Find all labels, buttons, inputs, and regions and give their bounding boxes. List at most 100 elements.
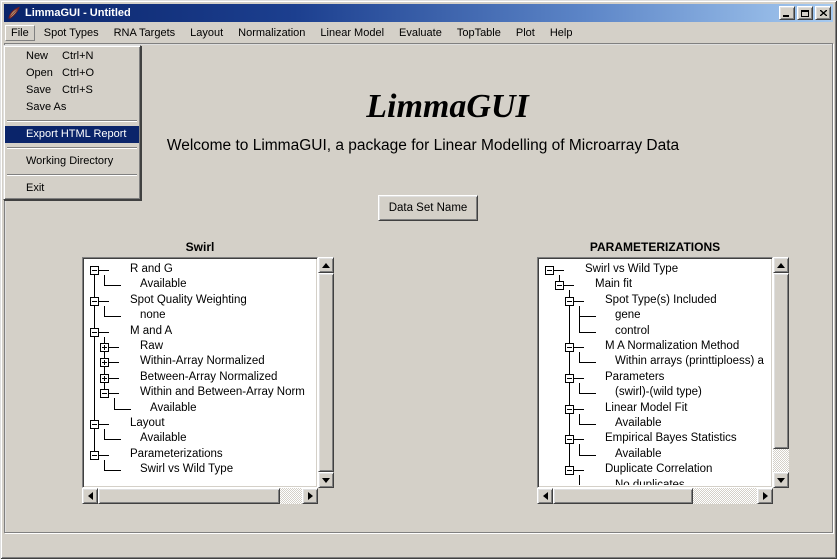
tree-collapse-box[interactable] — [100, 389, 109, 398]
menu-layout[interactable]: Layout — [184, 25, 229, 41]
horizontal-scrollbar[interactable] — [82, 488, 318, 504]
tree-collapse-box[interactable] — [565, 466, 574, 475]
tree-connector-line — [99, 455, 109, 456]
tree-node-r-and-g[interactable]: R and G — [130, 262, 173, 277]
tree-collapse-box[interactable] — [565, 374, 574, 383]
tree-connector-line — [574, 470, 584, 471]
title-bar[interactable]: LimmaGUI - Untitled — [4, 4, 833, 22]
menu-item-new[interactable]: NewCtrl+N — [5, 48, 139, 65]
tree-node-empirical-bayes-statistics[interactable]: Empirical Bayes Statistics — [605, 431, 737, 446]
tree-node-available[interactable]: Available — [150, 401, 196, 416]
tree-collapse-box[interactable] — [90, 266, 99, 275]
tree-connector-line — [580, 455, 596, 456]
tree-connector-line — [105, 470, 121, 471]
menu-spot-types[interactable]: Spot Types — [38, 25, 105, 41]
tree-collapse-box[interactable] — [90, 328, 99, 337]
tree-connector-line — [579, 306, 580, 333]
tree-node-within-array-normalized[interactable]: Within-Array Normalized — [140, 354, 265, 369]
tree-connector-line — [99, 332, 109, 333]
tree-collapse-box[interactable] — [565, 297, 574, 306]
tree-node-m-and-a[interactable]: M and A — [130, 324, 172, 339]
parameterizations-tree-canvas[interactable]: Swirl vs Wild TypeMain fitSpot Type(s) I… — [537, 257, 773, 488]
tree-node-within-and-between-array-norm[interactable]: Within and Between-Array Norm — [140, 385, 305, 400]
tree-node-spot-quality-weighting[interactable]: Spot Quality Weighting — [130, 293, 247, 308]
tree-expand-box[interactable] — [100, 343, 109, 352]
tree-collapse-box[interactable] — [90, 451, 99, 460]
scroll-right-button[interactable] — [302, 488, 318, 504]
scroll-down-button[interactable] — [773, 472, 789, 488]
tree-node-spot-type-s-included[interactable]: Spot Type(s) Included — [605, 293, 717, 308]
vertical-scrollbar[interactable] — [773, 257, 789, 488]
tree-node-main-fit[interactable]: Main fit — [595, 277, 632, 292]
scrollbar-track[interactable] — [773, 273, 789, 472]
vertical-scrollbar[interactable] — [318, 257, 334, 488]
menu-file[interactable]: File — [5, 25, 35, 41]
scrollbar-thumb[interactable] — [98, 488, 280, 504]
menu-toptable[interactable]: TopTable — [451, 25, 507, 41]
menu-item-working-directory[interactable]: Working Directory — [5, 153, 139, 170]
horizontal-scrollbar[interactable] — [537, 488, 773, 504]
tree-collapse-box[interactable] — [90, 420, 99, 429]
tree-node-within-arrays-printtiploess-a[interactable]: Within arrays (printtiploess) a — [615, 354, 764, 369]
menu-item-exit[interactable]: Exit — [5, 180, 139, 197]
tree-collapse-box[interactable] — [565, 435, 574, 444]
scroll-left-button[interactable] — [537, 488, 553, 504]
tree-node-gene[interactable]: gene — [615, 308, 641, 323]
menu-item-save[interactable]: SaveCtrl+S — [5, 82, 139, 99]
close-button[interactable] — [815, 6, 831, 20]
tree-connector-line — [580, 362, 596, 363]
scroll-down-button[interactable] — [318, 472, 334, 488]
tree-node-swirl-vs-wild-type[interactable]: Swirl vs Wild Type — [140, 462, 233, 477]
tree-node-available[interactable]: Available — [615, 416, 661, 431]
tree-node-between-array-normalized[interactable]: Between-Array Normalized — [140, 370, 277, 385]
tree-node-no-duplicates[interactable]: No duplicates — [615, 478, 685, 486]
tree-collapse-box[interactable] — [555, 281, 564, 290]
scrollbar-thumb[interactable] — [318, 273, 334, 472]
tree-collapse-box[interactable] — [90, 297, 99, 306]
scroll-right-button[interactable] — [757, 488, 773, 504]
menu-item-open[interactable]: OpenCtrl+O — [5, 65, 139, 82]
scroll-up-button[interactable] — [318, 257, 334, 273]
minimize-button[interactable] — [779, 6, 795, 20]
tree-node-available[interactable]: Available — [615, 447, 661, 462]
menu-help[interactable]: Help — [544, 25, 579, 41]
tree-node-swirl-vs-wild-type[interactable]: Swirl vs Wild Type — [585, 262, 678, 277]
scrollbar-thumb[interactable] — [553, 488, 693, 504]
menu-linear-model[interactable]: Linear Model — [314, 25, 390, 41]
tree-node-duplicate-correlation[interactable]: Duplicate Correlation — [605, 462, 712, 477]
scrollbar-track[interactable] — [553, 488, 757, 504]
tree-node-control[interactable]: control — [615, 324, 650, 339]
scrollbar-track[interactable] — [98, 488, 302, 504]
maximize-button[interactable] — [797, 6, 813, 20]
tree-connector-line — [115, 409, 131, 410]
tree-node-layout[interactable]: Layout — [130, 416, 165, 431]
tree-collapse-box[interactable] — [565, 343, 574, 352]
data-set-name-button[interactable]: Data Set Name — [378, 195, 478, 221]
tree-collapse-box[interactable] — [545, 266, 554, 275]
tree-node-swirl-wild-type[interactable]: (swirl)-(wild type) — [615, 385, 702, 400]
tree-node-linear-model-fit[interactable]: Linear Model Fit — [605, 401, 687, 416]
tree-expand-box[interactable] — [100, 358, 109, 367]
scrollbar-thumb[interactable] — [773, 273, 789, 449]
tree-node-none[interactable]: none — [140, 308, 166, 323]
tree-node-available[interactable]: Available — [140, 431, 186, 446]
tree-node-available[interactable]: Available — [140, 277, 186, 292]
menu-item-save-as[interactable]: Save As — [5, 99, 139, 116]
tree-node-m-a-normalization-method[interactable]: M A Normalization Method — [605, 339, 739, 354]
tree-collapse-box[interactable] — [565, 405, 574, 414]
tree-connector-line — [574, 439, 584, 440]
menu-normalization[interactable]: Normalization — [232, 25, 311, 41]
tree-node-parameterizations[interactable]: Parameterizations — [130, 447, 223, 462]
tree-node-raw[interactable]: Raw — [140, 339, 163, 354]
scroll-up-button[interactable] — [773, 257, 789, 273]
menu-rna-targets[interactable]: RNA Targets — [108, 25, 182, 41]
tree-expand-box[interactable] — [100, 374, 109, 383]
scrollbar-track[interactable] — [318, 273, 334, 472]
menu-evaluate[interactable]: Evaluate — [393, 25, 448, 41]
dataset-tree-canvas[interactable]: R and GAvailableSpot Quality Weightingno… — [82, 257, 318, 488]
tree-node-parameters[interactable]: Parameters — [605, 370, 664, 385]
menu-plot[interactable]: Plot — [510, 25, 541, 41]
menu-item-export-html-report[interactable]: Export HTML Report — [5, 126, 139, 143]
tree-connector-line — [554, 270, 564, 271]
scroll-left-button[interactable] — [82, 488, 98, 504]
